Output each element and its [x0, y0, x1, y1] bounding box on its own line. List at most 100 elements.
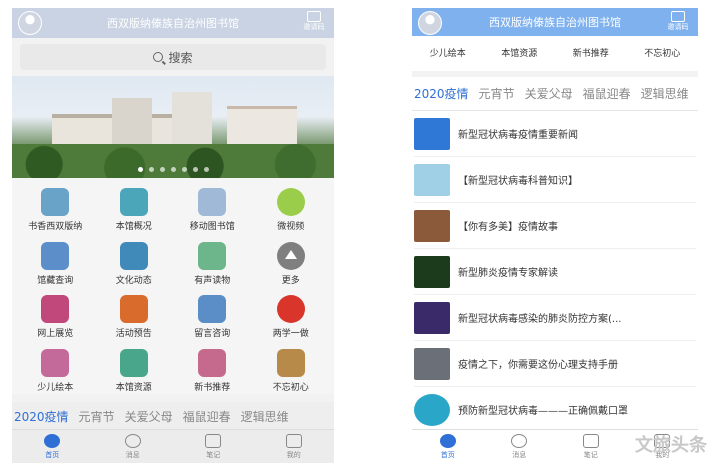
list-item[interactable]: 疫情之下，你需要这份心理支持手册 [414, 341, 696, 387]
carousel-dot[interactable] [203, 167, 209, 172]
tab-care-parents[interactable]: 关爱父母 [525, 85, 573, 102]
list-item[interactable]: 新型肺炎疫情专家解读 [414, 249, 696, 295]
news-title: 【新型冠状病毒科普知识】 [458, 176, 578, 187]
quick-links: 少儿绘本 本馆资源 新书推荐 不忘初心 [412, 36, 698, 77]
sound-book-icon [198, 241, 227, 270]
grid-item-culture[interactable]: 文化动态 [95, 241, 174, 288]
nav-home[interactable]: 首页 [44, 433, 61, 460]
nav-messages[interactable]: 消息 [511, 433, 528, 460]
tab-lantern-festival[interactable]: 元宵节 [479, 85, 515, 102]
library-building-icon [119, 188, 148, 216]
nav-messages[interactable]: 消息 [124, 433, 141, 460]
nav-label: 首页 [440, 450, 455, 459]
grid-item-new-books[interactable]: 新书推荐 [173, 348, 252, 395]
avatar[interactable] [18, 11, 42, 35]
carousel-dot[interactable] [159, 167, 165, 172]
invite-code-button[interactable]: 邀请码 [664, 11, 692, 31]
grid-item-party[interactable]: 两学一做 [252, 295, 331, 341]
news-title: 【你有多美】疫情故事 [458, 222, 558, 233]
nav-notes[interactable]: 笔记 [205, 433, 222, 460]
compass-icon [439, 433, 456, 448]
grid-item-catalog[interactable]: 馆藏查询 [16, 241, 95, 288]
news-thumbnail [414, 163, 450, 196]
nav-label: 消息 [125, 450, 140, 459]
list-item[interactable]: 新型冠状病毒感染的肺炎防控方案(... [414, 295, 696, 341]
compass-icon [44, 433, 61, 448]
app-title: 西双版纳傣族自治州图书馆 [489, 16, 621, 29]
grid-item-mobile-library[interactable]: 移动图书馆 [173, 188, 252, 234]
grid-item-audiobook[interactable]: 有声读物 [173, 241, 252, 288]
list-item[interactable]: 预防新型冠状病毒———正确佩戴口罩 [414, 387, 696, 433]
grid-label: 两学一做 [272, 329, 309, 339]
grid-item-more[interactable]: 更多 [252, 241, 331, 288]
category-tabs: 2020疫情 元宵节 关爱父母 福鼠迎春 逻辑思维 [12, 402, 334, 432]
grid-item-video[interactable]: 微视频 [252, 188, 331, 234]
nav-home[interactable]: 首页 [439, 433, 456, 460]
grid-label: 本馆概况 [115, 222, 152, 232]
chat-icon [124, 433, 141, 448]
quicklink-resources[interactable]: 本馆资源 [501, 46, 537, 59]
news-title: 新型肺炎疫情专家解读 [458, 268, 558, 279]
grid-item-resources[interactable]: 本馆资源 [95, 348, 174, 395]
grid-label: 留言咨询 [194, 329, 231, 339]
tab-rat-spring[interactable]: 福鼠迎春 [183, 408, 231, 425]
carousel-dot[interactable] [148, 167, 154, 172]
news-thumbnail [414, 393, 450, 426]
grid-item-shuxiang[interactable]: 书香西双版纳 [16, 188, 95, 234]
quicklink-picture-books[interactable]: 少儿绘本 [430, 46, 466, 59]
book-leaf-icon [41, 188, 70, 216]
news-title: 新型冠状病毒疫情重要新闻 [458, 130, 578, 141]
list-item[interactable]: 【新型冠状病毒科普知识】 [414, 157, 696, 203]
tab-rat-spring[interactable]: 福鼠迎春 [583, 85, 631, 102]
quicklink-original-heart[interactable]: 不忘初心 [644, 46, 680, 59]
carousel-dot[interactable] [137, 167, 143, 172]
pen-message-icon [198, 295, 227, 323]
home-screen: 西双版纳傣族自治州图书馆 邀请码 搜索 书香西双版纳 本馆概况 移动图书馆 微视… [12, 8, 334, 463]
grid-item-consult[interactable]: 留言咨询 [173, 295, 252, 341]
grid-label: 书香西双版纳 [28, 222, 83, 232]
carousel-dot[interactable] [181, 167, 187, 172]
tab-2020-epidemic[interactable]: 2020疫情 [414, 85, 469, 102]
nav-profile[interactable]: 我的 [285, 433, 302, 460]
chat-icon [511, 433, 528, 448]
nav-label: 笔记 [206, 450, 221, 459]
carousel-dot[interactable] [192, 167, 198, 172]
avatar[interactable] [418, 11, 442, 35]
tab-care-parents[interactable]: 关爱父母 [125, 408, 173, 425]
quicklink-new-books[interactable]: 新书推荐 [573, 46, 609, 59]
carousel-dot[interactable] [170, 167, 176, 172]
new-book-icon [198, 348, 227, 377]
grid-item-exhibition[interactable]: 网上展览 [16, 295, 95, 341]
notes-icon [205, 433, 222, 448]
grid-item-original-heart[interactable]: 不忘初心 [252, 348, 331, 395]
tab-2020-epidemic[interactable]: 2020疫情 [14, 408, 69, 425]
party-emblem-icon [276, 295, 305, 323]
grid-item-events[interactable]: 活动预告 [95, 295, 174, 341]
bottom-nav: 首页 消息 笔记 我的 [12, 429, 334, 463]
news-thumbnail [414, 117, 450, 150]
grid-item-overview[interactable]: 本馆概况 [95, 188, 174, 234]
banner-carousel[interactable] [12, 76, 334, 178]
grid-item-picture-books[interactable]: 少儿绘本 [16, 348, 95, 395]
tab-logic[interactable]: 逻辑思维 [241, 408, 289, 425]
nav-notes[interactable]: 笔记 [582, 433, 599, 460]
list-item[interactable]: 新型冠状病毒疫情重要新闻 [414, 111, 696, 157]
invite-code-button[interactable]: 邀请码 [300, 11, 328, 31]
exhibition-icon [41, 295, 70, 323]
search-label: 搜索 [168, 50, 193, 65]
grid-label: 活动预告 [115, 329, 152, 339]
grid-label: 本馆资源 [115, 382, 152, 393]
news-thumbnail [414, 347, 450, 380]
news-title: 疫情之下，你需要这份心理支持手册 [458, 360, 618, 371]
title-bar: 西双版纳傣族自治州图书馆 邀请码 [12, 8, 334, 38]
grid-label: 微视频 [277, 222, 305, 232]
grid-label: 文化动态 [115, 275, 152, 286]
watermark: 文旅头条 [635, 435, 707, 456]
search-bar[interactable]: 搜索 [20, 44, 326, 70]
tab-lantern-festival[interactable]: 元宵节 [79, 408, 115, 425]
tab-logic[interactable]: 逻辑思维 [641, 85, 689, 102]
children-icon [41, 348, 70, 377]
list-item[interactable]: 【你有多美】疫情故事 [414, 203, 696, 249]
banner-building [227, 106, 297, 146]
news-title: 预防新型冠状病毒———正确佩戴口罩 [458, 406, 628, 417]
